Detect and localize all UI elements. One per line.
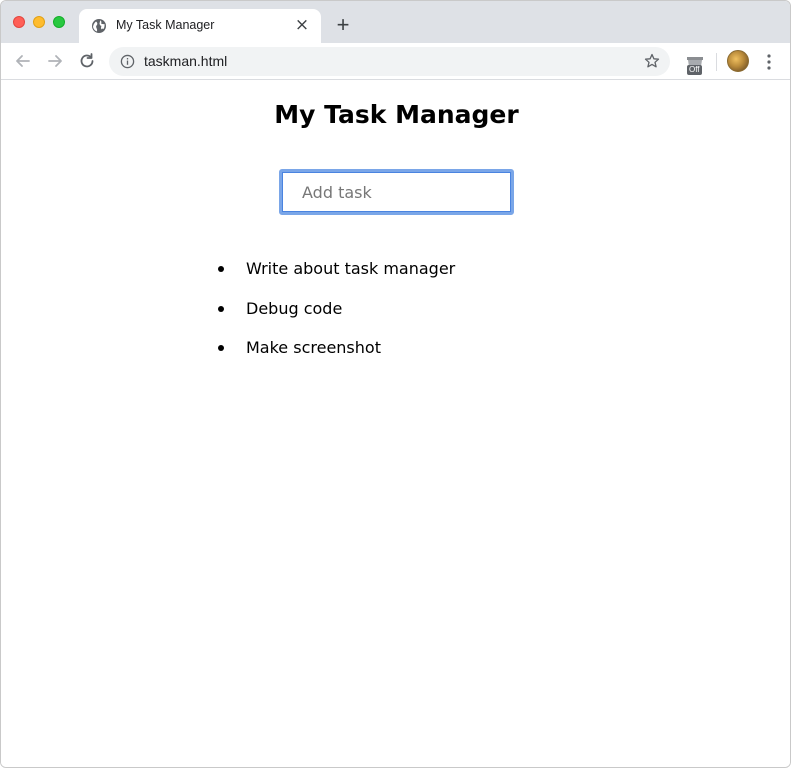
browser-window: My Task Manager × + taskman.html Off My … bbox=[0, 0, 791, 768]
kebab-menu-icon[interactable] bbox=[761, 52, 777, 72]
info-icon[interactable] bbox=[120, 54, 135, 69]
bullet-icon bbox=[218, 345, 224, 351]
task-item: Debug code bbox=[218, 298, 455, 338]
task-label: Make screenshot bbox=[246, 338, 381, 357]
back-arrow-icon[interactable] bbox=[13, 51, 33, 71]
task-list: Write about task manager Debug code Make… bbox=[218, 258, 455, 377]
task-label: Debug code bbox=[246, 298, 343, 318]
browser-toolbar: taskman.html Off bbox=[1, 43, 790, 80]
bullet-icon bbox=[218, 266, 224, 272]
tab-strip: My Task Manager × + bbox=[1, 1, 790, 43]
bullet-icon bbox=[218, 305, 224, 312]
extension-badge: Off bbox=[687, 65, 702, 75]
task-label: Write about task manager bbox=[246, 259, 456, 278]
star-icon[interactable] bbox=[644, 53, 660, 69]
task-item: Write about task manager bbox=[218, 258, 455, 298]
tab-title: My Task Manager bbox=[116, 18, 215, 32]
minimize-window-button[interactable] bbox=[33, 16, 45, 28]
maximize-window-button[interactable] bbox=[53, 16, 65, 28]
url-text[interactable]: taskman.html bbox=[144, 53, 227, 69]
close-icon[interactable]: × bbox=[293, 16, 311, 34]
new-tab-button[interactable]: + bbox=[332, 14, 354, 36]
close-window-button[interactable] bbox=[13, 16, 25, 28]
tab-my-task-manager[interactable]: My Task Manager × bbox=[79, 9, 321, 43]
forward-arrow-icon[interactable] bbox=[45, 51, 65, 71]
toolbar-divider bbox=[716, 53, 717, 71]
page-title: My Task Manager bbox=[274, 100, 519, 129]
reload-icon[interactable] bbox=[77, 51, 97, 71]
globe-icon bbox=[92, 19, 106, 33]
page-content: My Task Manager Write about task manager… bbox=[1, 80, 790, 767]
add-task-input[interactable] bbox=[279, 169, 514, 215]
avatar[interactable] bbox=[727, 50, 749, 72]
task-item: Make screenshot bbox=[218, 337, 455, 377]
address-bar[interactable]: taskman.html bbox=[109, 47, 670, 76]
